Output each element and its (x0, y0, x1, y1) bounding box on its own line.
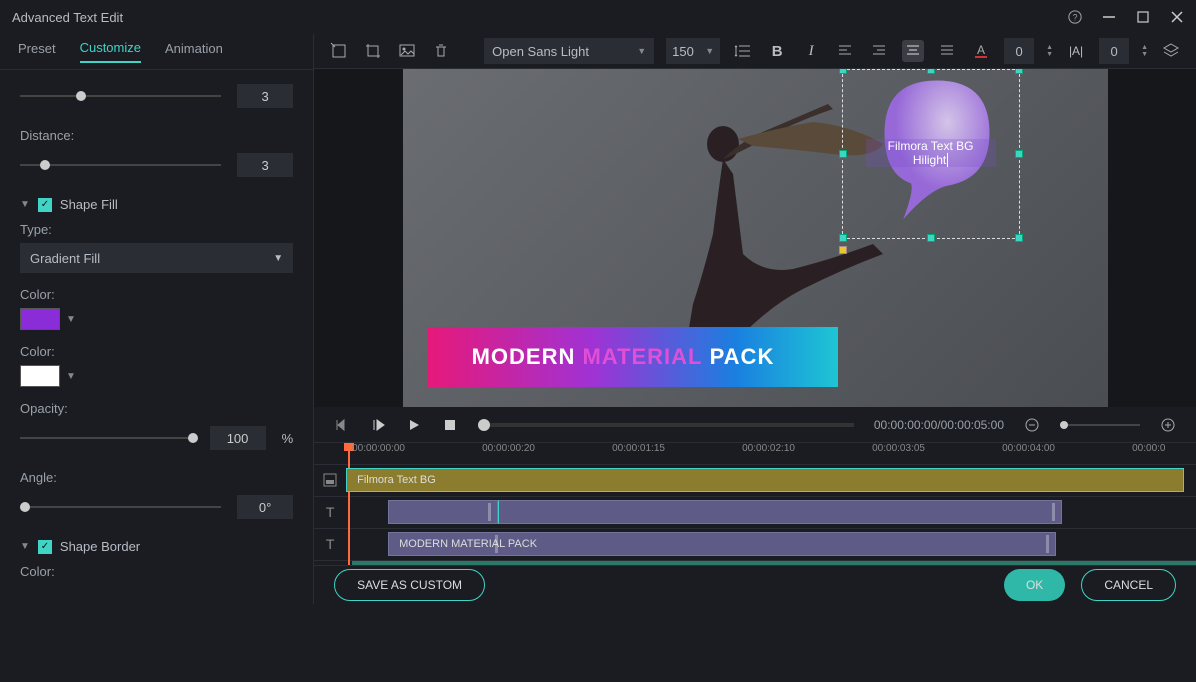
maximize-icon[interactable] (1136, 10, 1150, 24)
distance-value[interactable] (237, 153, 293, 177)
letter-spacing-input[interactable]: 0 (1099, 38, 1129, 64)
minimize-icon[interactable] (1102, 10, 1116, 24)
letter-spacing-value: 0 (1110, 44, 1117, 59)
track-text-icon: T (314, 504, 346, 520)
play-icon[interactable] (406, 417, 422, 433)
align-left-icon[interactable] (834, 40, 856, 62)
playhead[interactable] (348, 443, 350, 565)
color1-label: Color: (20, 287, 293, 302)
angle-value[interactable] (237, 495, 293, 519)
tab-preset[interactable]: Preset (18, 41, 56, 62)
clip-label: Filmora Text BG (357, 474, 436, 486)
zoom-out-icon[interactable] (1024, 417, 1040, 433)
svg-text:A: A (977, 43, 985, 57)
slider-value-1[interactable] (237, 84, 293, 108)
shape-border-label: Shape Border (60, 539, 140, 554)
image-icon[interactable] (396, 40, 418, 62)
trash-icon[interactable] (430, 40, 452, 62)
type-value: Gradient Fill (30, 251, 100, 266)
svg-text:?: ? (1073, 13, 1078, 23)
distance-slider[interactable] (20, 164, 221, 166)
shape-fill-chevron-icon[interactable]: ▼ (20, 199, 30, 210)
font-select[interactable]: Open Sans Light▼ (484, 38, 654, 64)
preview-canvas[interactable]: MODERN MATERIAL PACK Filmora Text BGHili… (314, 69, 1196, 407)
timeline[interactable]: 00:00:00:00 00:00:00:20 00:00:01:15 00:0… (314, 442, 1196, 565)
type-dropdown[interactable]: Gradient Fill ▼ (20, 243, 293, 273)
shape-border-chevron-icon[interactable]: ▼ (20, 541, 30, 552)
title-overlay: MODERN MATERIAL PACK (428, 327, 838, 387)
stop-icon[interactable] (442, 417, 458, 433)
cancel-button[interactable]: CANCEL (1081, 569, 1176, 601)
ruler-tick: 00:00:00:20 (482, 443, 535, 454)
ruler-tick: 00:00:0 (1132, 443, 1165, 454)
align-right-icon[interactable] (868, 40, 890, 62)
size-value: 150 (672, 44, 694, 59)
shape-border-checkbox[interactable]: ✓ (38, 540, 52, 554)
distance-label: Distance: (20, 128, 293, 143)
transform-icon[interactable] (328, 40, 350, 62)
opacity-label: Opacity: (20, 401, 293, 416)
selection-box[interactable] (842, 69, 1020, 239)
angle-label: Angle: (20, 470, 293, 485)
angle-slider[interactable] (20, 506, 221, 508)
char-spacing-input[interactable]: 0 (1004, 38, 1034, 64)
opacity-unit: % (282, 431, 294, 446)
shape-fill-label: Shape Fill (60, 197, 118, 212)
zoom-in-icon[interactable] (1160, 417, 1176, 433)
ruler-tick: 00:00:02:10 (742, 443, 795, 454)
text-color-icon[interactable]: A (970, 40, 992, 62)
scrub-bar[interactable] (478, 423, 854, 427)
align-justify-icon[interactable] (936, 40, 958, 62)
border-color-label: Color: (20, 564, 293, 579)
spin-arrows[interactable]: ▲▼ (1046, 44, 1053, 58)
help-icon[interactable]: ? (1068, 10, 1082, 24)
shape-fill-checkbox[interactable]: ✓ (38, 198, 52, 212)
ruler-tick: 00:00:01:15 (612, 443, 665, 454)
close-icon[interactable] (1170, 10, 1184, 24)
italic-icon[interactable]: I (800, 40, 822, 62)
chevron-down-icon[interactable]: ▼ (66, 314, 76, 325)
char-spacing-value: 0 (1016, 44, 1023, 59)
spin-arrows-2[interactable]: ▲▼ (1141, 44, 1148, 58)
clip-bg[interactable]: Filmora Text BG (346, 468, 1184, 492)
bold-icon[interactable]: B (766, 40, 788, 62)
size-select[interactable]: 150▼ (666, 38, 720, 64)
color2-label: Color: (20, 344, 293, 359)
save-as-custom-button[interactable]: SAVE AS CUSTOM (334, 569, 485, 601)
ok-button[interactable]: OK (1004, 569, 1065, 601)
tab-animation[interactable]: Animation (165, 41, 223, 62)
crop-icon[interactable] (362, 40, 384, 62)
ruler-tick: 00:00:04:00 (1002, 443, 1055, 454)
ruler-tick: 00:00:00:00 (352, 443, 405, 454)
line-spacing-icon[interactable] (732, 40, 754, 62)
ruler-tick: 00:00:03:05 (872, 443, 925, 454)
type-label: Type: (20, 222, 293, 237)
step-play-icon[interactable] (370, 417, 386, 433)
color1-swatch[interactable] (20, 308, 60, 330)
track-text-icon: T (314, 536, 346, 552)
opacity-value[interactable] (210, 426, 266, 450)
chevron-down-icon[interactable]: ▼ (66, 371, 76, 382)
slider-unknown-1[interactable] (20, 95, 221, 97)
clip-label: MODERN MATERIAL PACK (399, 538, 537, 550)
align-center-icon[interactable] (902, 40, 924, 62)
clip-text1-a[interactable] (388, 500, 498, 524)
font-value: Open Sans Light (492, 44, 589, 59)
color2-swatch[interactable] (20, 365, 60, 387)
timecode: 00:00:00:00/00:00:05:00 (874, 418, 1004, 432)
tab-customize[interactable]: Customize (80, 40, 141, 63)
track-bg-icon (314, 472, 346, 488)
clip-text2[interactable]: MODERN MATERIAL PACK (388, 532, 1056, 556)
zoom-slider[interactable] (1060, 424, 1140, 426)
layers-icon[interactable] (1160, 40, 1182, 62)
clip-text1-b[interactable] (498, 500, 1062, 524)
letter-spacing-icon[interactable]: |A| (1065, 40, 1087, 62)
window-title: Advanced Text Edit (12, 10, 123, 25)
opacity-slider[interactable] (20, 437, 194, 439)
chevron-down-icon: ▼ (273, 253, 283, 264)
prev-frame-icon[interactable] (334, 417, 350, 433)
